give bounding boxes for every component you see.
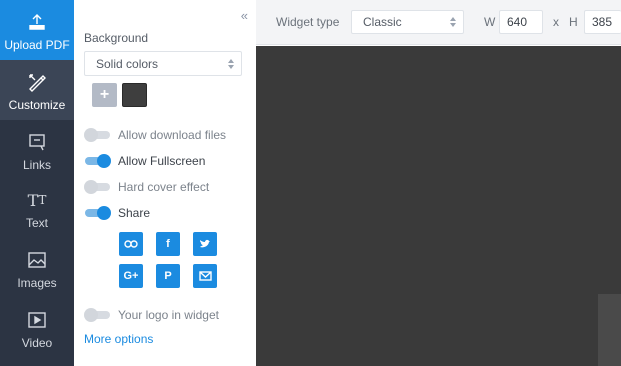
left-nav: Upload PDF Customize Links TT Text Image… — [0, 0, 74, 366]
logo-in-widget-toggle[interactable] — [84, 307, 111, 323]
nav-label: Customize — [8, 98, 66, 112]
toggle-label: Allow download files — [118, 128, 227, 142]
share-pinterest-button[interactable]: P — [156, 264, 180, 288]
share-facebook-button[interactable]: f — [156, 232, 180, 256]
height-label: H — [569, 15, 578, 29]
toggle-row-fullscreen: Allow Fullscreen — [84, 153, 205, 169]
share-email-button[interactable] — [193, 264, 217, 288]
height-input[interactable]: 385 — [584, 10, 621, 34]
collapse-panel-icon[interactable]: « — [241, 8, 248, 23]
share-google-plus-button[interactable]: G+ — [119, 264, 143, 288]
preview-scroll-thumb[interactable] — [598, 294, 621, 366]
share-link-button[interactable] — [119, 232, 143, 256]
background-select[interactable]: Solid colors — [84, 51, 242, 76]
add-color-button[interactable]: + — [92, 83, 117, 107]
customize-icon — [26, 71, 48, 93]
nav-label: Images — [17, 276, 57, 290]
toggle-label: Share — [118, 206, 151, 220]
images-icon — [26, 249, 48, 271]
select-arrows-icon — [450, 17, 456, 27]
customize-panel: « Background Solid colors + Allow downlo… — [74, 0, 256, 366]
share-twitter-button[interactable] — [193, 232, 217, 256]
background-label: Background — [84, 31, 149, 45]
hard-cover-toggle[interactable] — [84, 179, 111, 195]
nav-label: Text — [25, 216, 48, 230]
color-swatch[interactable] — [122, 83, 147, 107]
width-input[interactable]: 640 — [499, 10, 543, 34]
links-icon — [26, 131, 48, 153]
toggle-row-logo: Your logo in widget — [84, 307, 219, 323]
nav-links[interactable]: Links — [0, 120, 74, 180]
toggle-label: Allow Fullscreen — [118, 154, 206, 168]
toggle-row-download: Allow download files — [84, 127, 226, 143]
pinterest-icon: P — [164, 270, 172, 282]
allow-download-toggle[interactable] — [84, 127, 111, 143]
nav-upload-pdf[interactable]: Upload PDF — [0, 0, 74, 60]
twitter-icon — [200, 239, 210, 248]
upload-icon — [26, 11, 48, 33]
nav-images[interactable]: Images — [0, 238, 74, 298]
toggle-row-share: Share — [84, 205, 150, 221]
toggle-label: Your logo in widget — [118, 308, 219, 322]
more-options-link[interactable]: More options — [84, 332, 153, 346]
nav-label: Video — [21, 336, 53, 350]
nav-label: Links — [22, 158, 51, 172]
nav-customize[interactable]: Customize — [0, 60, 74, 120]
video-icon — [26, 309, 48, 331]
toggle-label: Hard cover effect — [118, 180, 210, 194]
nav-video[interactable]: Video — [0, 298, 74, 358]
widget-settings-bar: Widget type Classic W 640 x H 385 — [256, 0, 621, 45]
widget-type-value: Classic — [363, 15, 402, 29]
allow-fullscreen-toggle[interactable] — [84, 153, 111, 169]
nav-label: Upload PDF — [4, 38, 70, 52]
times-label: x — [553, 15, 559, 29]
google-plus-icon: G+ — [123, 270, 139, 282]
width-label: W — [484, 15, 496, 29]
background-select-value: Solid colors — [96, 56, 159, 71]
nav-text[interactable]: TT Text — [0, 178, 74, 238]
widget-type-label: Widget type — [276, 15, 340, 29]
facebook-icon: f — [166, 238, 170, 250]
widget-type-select[interactable]: Classic — [351, 10, 464, 34]
share-toggle[interactable] — [84, 205, 111, 221]
link-icon — [124, 240, 138, 248]
text-icon: TT — [27, 190, 47, 210]
widget-preview — [256, 46, 621, 366]
toggle-row-hard-cover: Hard cover effect — [84, 179, 209, 195]
select-arrows-icon — [228, 58, 234, 69]
email-icon — [198, 271, 212, 281]
